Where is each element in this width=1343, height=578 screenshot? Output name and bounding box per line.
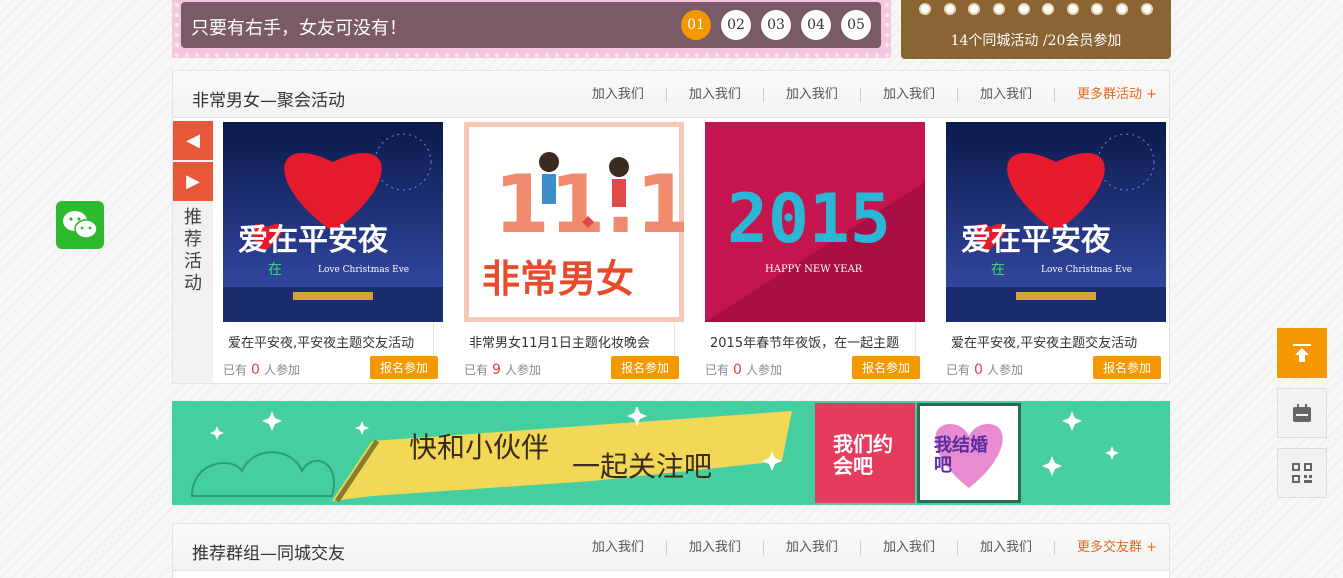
signup-button[interactable]: 报名参加 [611,356,679,379]
join-link[interactable]: 加入我们 [861,88,958,102]
wechat-qr-marriage[interactable]: 我结婚吧 [917,403,1021,503]
join-link[interactable]: 加入我们 [764,541,861,555]
participant-count: 已有 0 人参加 [705,362,782,378]
qr-code-icon[interactable] [1277,448,1327,498]
activities-section: 非常男女—聚会活动 加入我们 加入我们 加入我们 加入我们 加入我们 更多群活动… [172,70,1170,384]
activity-card[interactable]: 爱在平安夜 在 Love Christmas Eve 爱在平安夜,平安夜主题交友… [936,121,1166,383]
signup-button[interactable]: 报名参加 [370,356,438,379]
svg-text:Love Christmas Eve: Love Christmas Eve [318,265,409,275]
new-year-2015-poster[interactable]: 2015 HAPPY NEW YEAR [705,122,925,322]
join-link[interactable]: 加入我们 [958,541,1055,555]
back-to-top-icon[interactable] [1277,328,1327,378]
svg-text:在: 在 [991,262,1005,278]
carousel-nav: ◀ ▶ 推荐活动 [173,121,213,383]
participant-count: 已有 9 人参加 [464,362,541,378]
svg-text:Love Christmas Eve: Love Christmas Eve [1041,265,1132,275]
section-header: 推荐群组—同城交友 加入我们 加入我们 加入我们 加入我们 加入我们 更多交友群… [173,524,1169,571]
stats-text: 14个同城活动 /20会员参加 [950,33,1122,49]
groups-section: 推荐群组—同城交友 加入我们 加入我们 加入我们 加入我们 加入我们 更多交友群… [172,523,1170,578]
svg-text:非常男女: 非常男女 [482,257,634,301]
card-title[interactable]: 2015年春节年夜饭，在一起主题 [710,332,899,351]
pager-dot-5[interactable]: 05 [841,10,871,40]
join-link[interactable]: 加入我们 [667,88,764,102]
prev-arrow-icon[interactable]: ◀ [173,121,213,160]
christmas-eve-poster[interactable]: 爱在平安夜 在 Love Christmas Eve [223,122,443,322]
side-label: 推荐活动 [184,207,202,294]
follow-banner[interactable]: 快和小伙伴 一起关注吧 我们约会吧 我结婚吧 [172,401,1170,505]
wechat-qr-dating[interactable]: 我们约会吧 [815,403,915,503]
calendar-icon[interactable] [1277,388,1327,438]
activity-card[interactable]: 11.1 非常男女 非常男女11月1日主题化妆晚会 已有 9 人参加 报名参加 [454,121,684,383]
banner-pager: 01 02 03 04 05 [681,10,871,40]
section-header: 非常男女—聚会活动 加入我们 加入我们 加入我们 加入我们 加入我们 更多群活动… [173,71,1169,118]
section-links: 加入我们 加入我们 加入我们 加入我们 加入我们 更多群活动 + [570,88,1157,102]
stats-box: 14个同城活动 /20会员参加 [901,0,1171,59]
top-banner: 只要有右手，女友可没有！ 01 02 03 04 05 [172,0,891,58]
svg-text:爱在平安夜: 爱在平安夜 [961,223,1112,258]
join-link[interactable]: 加入我们 [861,541,958,555]
join-link[interactable]: 加入我们 [570,88,667,102]
signup-button[interactable]: 报名参加 [1093,356,1161,379]
participant-count: 已有 0 人参加 [223,362,300,378]
stats-decoration [901,3,1171,15]
svg-text:在: 在 [268,262,282,278]
section-title: 非常男女—聚会活动 [192,91,345,111]
wechat-icon[interactable] [56,201,104,249]
pager-dot-3[interactable]: 03 [761,10,791,40]
signup-button[interactable]: 报名参加 [852,356,920,379]
slogan-box: 只要有右手，女友可没有！ 01 02 03 04 05 [181,2,881,48]
follow-text-line2: 一起关注吧 [572,450,713,483]
join-link[interactable]: 加入我们 [958,88,1055,102]
svg-text:HAPPY NEW YEAR: HAPPY NEW YEAR [765,264,863,275]
follow-text-line1: 快和小伙伴 [409,431,550,464]
participant-count: 已有 0 人参加 [946,362,1023,378]
card-title[interactable]: 非常男女11月1日主题化妆晚会 [469,332,650,351]
pager-dot-4[interactable]: 04 [801,10,831,40]
activity-card[interactable]: 爱在平安夜 在 Love Christmas Eve 爱在平安夜,平安夜主题交友… [213,121,443,383]
activity-card[interactable]: 2015 HAPPY NEW YEAR 2015年春节年夜饭，在一起主题 已有 0… [695,121,925,383]
join-link[interactable]: 加入我们 [570,541,667,555]
svg-text:11.1: 11.1 [494,158,684,251]
next-arrow-icon[interactable]: ▶ [173,162,213,201]
card-title[interactable]: 爱在平安夜,平安夜主题交友活动 [951,332,1137,351]
slogan-text: 只要有右手，女友可没有！ [191,18,407,39]
card-title[interactable]: 爱在平安夜,平安夜主题交友活动 [228,332,414,351]
more-groups-link[interactable]: 更多交友群 + [1055,541,1157,555]
singles-day-poster[interactable]: 11.1 非常男女 [464,122,684,322]
pager-dot-1[interactable]: 01 [681,10,711,40]
svg-text:2015: 2015 [727,180,891,259]
join-link[interactable]: 加入我们 [667,541,764,555]
join-link[interactable]: 加入我们 [764,88,861,102]
more-activities-link[interactable]: 更多群活动 + [1055,88,1157,102]
pager-dot-2[interactable]: 02 [721,10,751,40]
svg-text:爱在平安夜: 爱在平安夜 [238,223,389,258]
christmas-eve-poster[interactable]: 爱在平安夜 在 Love Christmas Eve [946,122,1166,322]
section-title: 推荐群组—同城交友 [192,544,345,564]
section-links: 加入我们 加入我们 加入我们 加入我们 加入我们 更多交友群 + [570,541,1157,555]
